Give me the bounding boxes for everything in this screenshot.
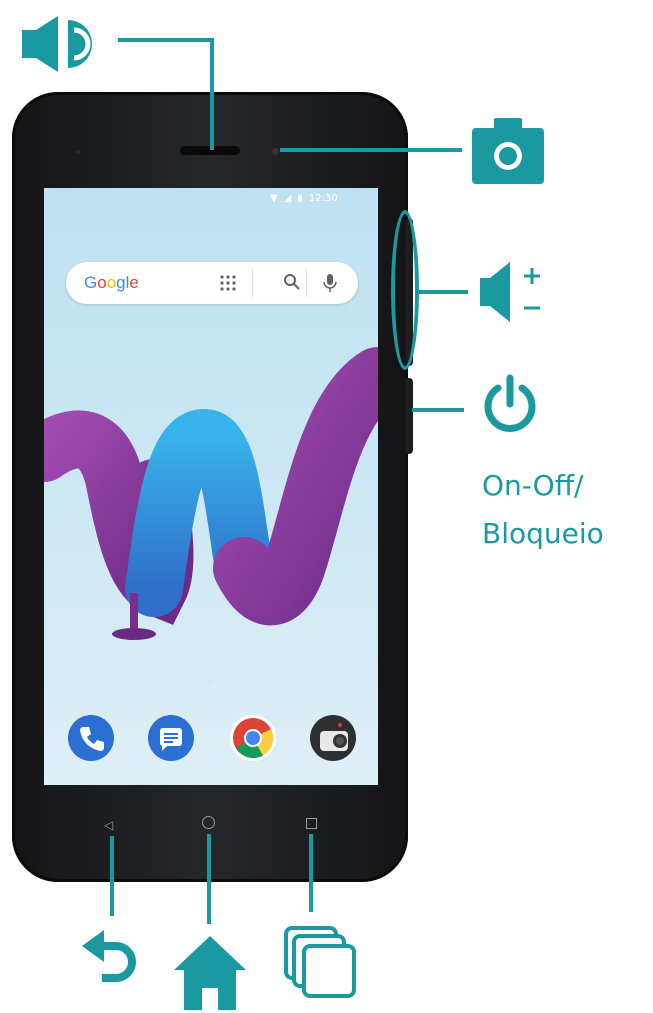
search-divider — [306, 269, 307, 297]
camera-icon — [472, 118, 544, 184]
camera-app-icon[interactable] — [310, 715, 356, 761]
page-indicator — [208, 680, 213, 685]
chrome-app-icon[interactable] — [230, 715, 276, 761]
camera-callout-line — [280, 148, 462, 152]
volume-highlight — [391, 210, 419, 370]
battery-icon: ▮ — [297, 193, 303, 204]
front-camera — [272, 148, 279, 155]
nav-recent-button[interactable] — [306, 818, 317, 829]
recent-apps-icon — [284, 926, 356, 998]
phone-app-icon[interactable] — [68, 715, 114, 761]
power-callout-line — [412, 408, 464, 412]
nav-back-button[interactable]: ◁ — [104, 818, 113, 832]
apps-grid-icon[interactable] — [220, 275, 236, 291]
volume-callout-line — [418, 290, 468, 294]
back-icon — [82, 930, 136, 982]
status-time: 12:30 — [308, 193, 338, 204]
volume-icon — [480, 262, 540, 322]
power-button[interactable] — [405, 378, 413, 454]
power-label: On-Off/ — [482, 469, 584, 502]
power-icon — [484, 374, 536, 432]
search-icon[interactable] — [282, 272, 302, 292]
speaker-callout-line — [210, 38, 214, 150]
speaker-callout-line — [118, 38, 214, 42]
microphone-icon[interactable] — [322, 272, 338, 294]
nav-home-button[interactable] — [202, 816, 215, 829]
signal-icon: ◢ — [283, 193, 292, 204]
wifi-icon: ▼ — [270, 193, 278, 204]
home-icon — [174, 936, 246, 1010]
search-divider — [252, 269, 253, 297]
proximity-sensor — [76, 150, 80, 154]
messages-app-icon[interactable] — [148, 715, 194, 761]
lock-label: Bloqueio — [482, 517, 604, 550]
speaker-icon — [22, 16, 92, 72]
google-logo: Google — [84, 273, 139, 292]
status-bar: ▼ ◢ ▮ 12:30 — [270, 193, 338, 204]
home-callout-line — [207, 834, 211, 924]
back-callout-line — [110, 836, 114, 916]
recent-callout-line — [309, 834, 313, 912]
